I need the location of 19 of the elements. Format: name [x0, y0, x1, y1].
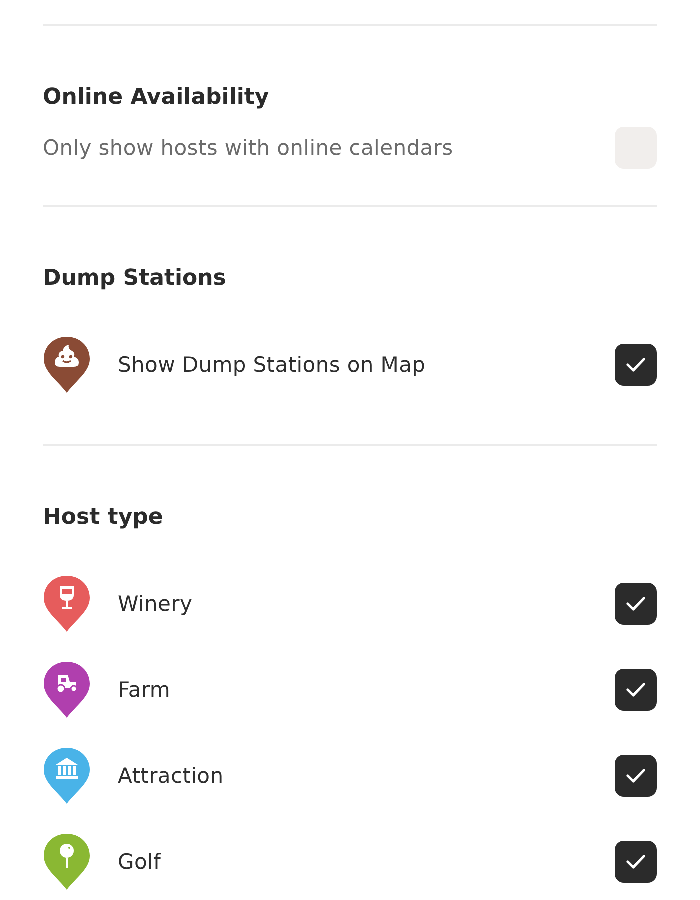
check-icon	[626, 768, 646, 784]
checkbox[interactable]	[615, 669, 657, 711]
option-label: Only show hosts with online calendars	[43, 136, 454, 160]
option-label: Golf	[118, 850, 162, 874]
checkbox[interactable]	[615, 583, 657, 625]
checkbox[interactable]	[615, 755, 657, 797]
option-label: Attraction	[118, 764, 225, 788]
checkbox[interactable]	[615, 841, 657, 883]
check-icon	[626, 854, 646, 870]
option-label: Winery	[118, 592, 194, 616]
option-label: Show Dump Stations on Map	[118, 353, 427, 377]
option-label: Farm	[118, 678, 172, 702]
section-title: Host type	[43, 504, 164, 532]
section-title: Online Availability	[43, 84, 270, 112]
checkbox[interactable]	[615, 344, 657, 386]
check-icon	[626, 682, 646, 698]
section-title: Dump Stations	[43, 265, 228, 293]
check-icon	[626, 357, 646, 373]
check-icon	[626, 596, 646, 612]
